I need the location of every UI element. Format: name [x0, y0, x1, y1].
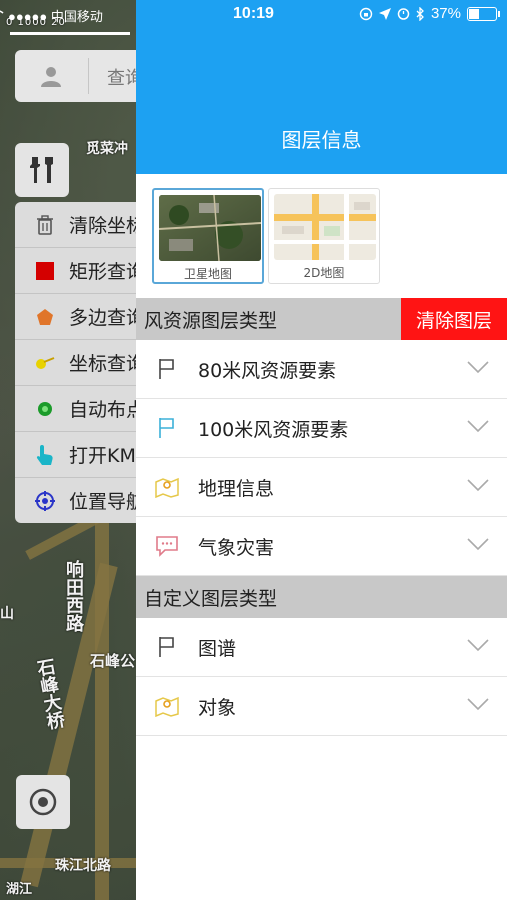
section-title: 风资源图层类型: [144, 309, 278, 332]
basemap-caption: 2D地图: [303, 266, 345, 280]
map-pin-icon: [154, 474, 180, 500]
hand-pointer-icon: [33, 443, 57, 467]
tool-item-label: 位置导航: [69, 491, 146, 513]
chevron-down-icon[interactable]: [467, 419, 489, 433]
divider: [88, 58, 89, 94]
basemap-2d[interactable]: 2D地图: [268, 188, 380, 284]
flag-outline-icon: [154, 356, 180, 382]
layer-panel: 图层信息 卫星地图 2D地图 风资源图层类型 清除图层 80米风资源要素 100…: [136, 0, 507, 900]
tool-item-label: 自动布点: [69, 399, 146, 421]
clear-layer-button[interactable]: 清除图层: [401, 298, 507, 340]
tool-item-label: 打开KML: [69, 445, 147, 467]
basemap-selector: 卫星地图 2D地图: [136, 174, 507, 298]
chevron-down-icon[interactable]: [467, 537, 489, 551]
pin-icon: [33, 351, 57, 375]
panel-title: 图层信息: [281, 128, 362, 152]
crosshair-icon: [29, 788, 57, 816]
map-label: 响田西路: [63, 560, 84, 632]
orange-pentagon-icon: [33, 305, 57, 329]
layer-row-label: 图谱: [198, 637, 237, 660]
status-right: 37%: [0, 5, 500, 22]
tool-menu: 清除坐标 矩形查询 多边查询 坐标查询 自动布点 打开KML 位置导航: [15, 202, 155, 523]
layer-row-object[interactable]: 对象: [136, 677, 507, 736]
layer-row-label: 100米风资源要素: [198, 418, 349, 441]
flag-outline-icon: [154, 634, 180, 660]
chevron-down-icon[interactable]: [467, 638, 489, 652]
wind-layer-section-header: 风资源图层类型 清除图层: [136, 298, 507, 340]
chevron-down-icon[interactable]: [467, 478, 489, 492]
tool-item-auto-place[interactable]: 自动布点: [15, 386, 155, 432]
layer-row-weather-disaster[interactable]: 气象灾害: [136, 517, 507, 576]
map-2d-thumbnail: [274, 194, 376, 260]
layer-row-label: 气象灾害: [198, 536, 275, 559]
battery-icon: [467, 6, 500, 21]
tools-button[interactable]: [15, 143, 69, 197]
satellite-thumbnail: [159, 195, 261, 261]
status-bar: ●●●●● 中国移动 10:19 37%: [0, 0, 507, 30]
location-arrow-icon: [378, 7, 391, 20]
green-dot-icon: [33, 397, 57, 421]
tool-item-open-kml[interactable]: 打开KML: [15, 432, 155, 478]
layer-row-geo-info[interactable]: 地理信息: [136, 458, 507, 517]
crosshair-icon: [33, 489, 57, 513]
chat-bubble-icon: [154, 533, 180, 559]
tool-item-polygon-query[interactable]: 多边查询: [15, 294, 155, 340]
wifi-icon: [0, 9, 4, 14]
user-icon[interactable]: [39, 64, 63, 88]
battery-percent: 37%: [430, 5, 461, 22]
alarm-icon: [397, 8, 410, 20]
tool-item-label: 矩形查询: [69, 261, 146, 283]
tool-item-clear-coords[interactable]: 清除坐标: [15, 202, 155, 248]
layer-row-label: 对象: [198, 696, 237, 719]
chevron-down-icon[interactable]: [467, 697, 489, 711]
tool-item-coord-query[interactable]: 坐标查询: [15, 340, 155, 386]
tool-item-location-nav[interactable]: 位置导航: [15, 478, 155, 523]
wrench-icon: [30, 157, 53, 183]
search-box[interactable]: 查询: [15, 50, 150, 102]
tool-item-rect-query[interactable]: 矩形查询: [15, 248, 155, 294]
flag-blue-icon: [154, 415, 180, 441]
layer-row-100m-wind[interactable]: 100米风资源要素: [136, 399, 507, 458]
locate-button[interactable]: [16, 775, 70, 829]
basemap-satellite[interactable]: 卫星地图: [152, 188, 264, 284]
map-label: 珠江北路: [55, 858, 111, 874]
tool-item-label: 清除坐标: [69, 215, 146, 237]
layer-row-label: 地理信息: [198, 477, 275, 500]
map-pin-icon: [154, 693, 180, 719]
tool-item-label: 坐标查询: [69, 353, 146, 375]
bluetooth-icon: [416, 6, 424, 21]
map-label: 山: [0, 606, 14, 622]
custom-layer-section-header: 自定义图层类型: [136, 576, 507, 618]
layer-row-80m-wind[interactable]: 80米风资源要素: [136, 340, 507, 399]
map-label: 石峰公: [90, 652, 136, 670]
section-title: 自定义图层类型: [144, 587, 278, 610]
map-label: 觅菜冲: [86, 141, 128, 157]
layer-row-label: 80米风资源要素: [198, 359, 337, 382]
layer-row-atlas[interactable]: 图谱: [136, 618, 507, 677]
lock-rotation-icon: [359, 7, 373, 20]
red-square-icon: [33, 259, 57, 283]
basemap-caption: 卫星地图: [183, 267, 232, 281]
map-label: 湖江: [6, 882, 33, 897]
chevron-down-icon[interactable]: [467, 360, 489, 374]
map-scale-bar: [10, 32, 130, 35]
trash-icon: [33, 213, 57, 237]
tool-item-label: 多边查询: [69, 307, 146, 329]
